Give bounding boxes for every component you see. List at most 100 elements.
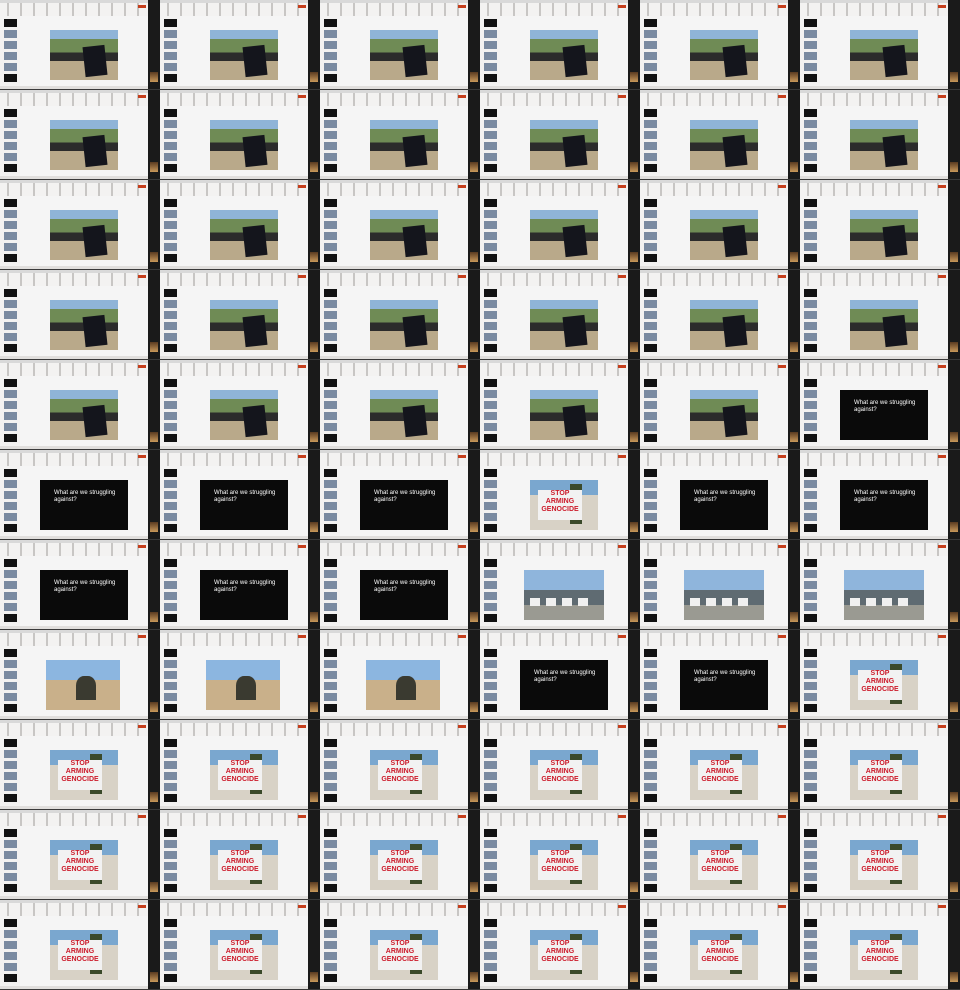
slide-canvas[interactable]: STOP ARMING GENOCIDE <box>500 826 628 896</box>
ribbon-toolbar[interactable] <box>320 273 468 286</box>
slide-thumbnail-panel[interactable] <box>160 196 180 266</box>
ribbon-toolbar[interactable] <box>160 543 308 556</box>
ribbon-toolbar[interactable] <box>480 3 628 16</box>
slide-canvas[interactable]: STOP ARMING GENOCIDE <box>180 916 308 986</box>
slide-thumbnail[interactable] <box>4 941 17 949</box>
slide-canvas[interactable] <box>180 16 308 86</box>
slide-thumbnail[interactable] <box>4 862 17 870</box>
slide-canvas[interactable] <box>660 286 788 356</box>
slide-thumbnail[interactable] <box>644 423 657 431</box>
slide-canvas[interactable]: What are we struggling against? <box>820 376 948 446</box>
share-button[interactable] <box>138 185 146 188</box>
slide-thumbnail[interactable] <box>164 963 177 971</box>
ribbon-toolbar[interactable] <box>320 903 468 916</box>
slide-thumbnail[interactable] <box>4 41 17 49</box>
slide-thumbnail[interactable] <box>804 952 817 960</box>
slide-thumbnail-panel[interactable] <box>480 916 500 986</box>
ribbon-toolbar[interactable] <box>800 363 948 376</box>
slide-thumbnail[interactable] <box>324 344 337 352</box>
slide-thumbnail[interactable] <box>804 750 817 758</box>
slide-thumbnail[interactable] <box>164 682 177 690</box>
slide-thumbnail[interactable] <box>644 750 657 758</box>
slide-thumbnail-panel[interactable] <box>800 196 820 266</box>
slide-thumbnail[interactable] <box>804 660 817 668</box>
slide-thumbnail-panel[interactable] <box>0 916 20 986</box>
slide-canvas[interactable]: STOP ARMING GENOCIDE <box>180 826 308 896</box>
slide-canvas[interactable] <box>20 286 148 356</box>
slide-thumbnail[interactable] <box>4 884 17 892</box>
slide-thumbnail[interactable] <box>324 941 337 949</box>
slide-thumbnail[interactable] <box>324 739 337 747</box>
slide-thumbnail[interactable] <box>644 469 657 477</box>
slide-thumbnail[interactable] <box>804 783 817 791</box>
slide-thumbnail[interactable] <box>164 704 177 712</box>
slide-thumbnail[interactable] <box>484 109 497 117</box>
slide-thumbnail[interactable] <box>804 524 817 532</box>
slide-thumbnail[interactable] <box>644 109 657 117</box>
slide-thumbnail-panel[interactable] <box>320 736 340 806</box>
slide-thumbnail-panel[interactable] <box>640 916 660 986</box>
share-button[interactable] <box>938 815 946 818</box>
slide-thumbnail[interactable] <box>804 693 817 701</box>
slide-thumbnail[interactable] <box>484 603 497 611</box>
slide-thumbnail[interactable] <box>484 952 497 960</box>
slide-thumbnail[interactable] <box>324 559 337 567</box>
slide-thumbnail[interactable] <box>804 311 817 319</box>
slide-thumbnail[interactable] <box>164 434 177 442</box>
slide-thumbnail[interactable] <box>644 311 657 319</box>
slide-thumbnail[interactable] <box>164 153 177 161</box>
slide-thumbnail[interactable] <box>324 221 337 229</box>
slide-thumbnail-panel[interactable] <box>160 376 180 446</box>
slide-thumbnail[interactable] <box>804 19 817 27</box>
ribbon-toolbar[interactable] <box>320 183 468 196</box>
slide-thumbnail[interactable] <box>324 379 337 387</box>
slide-canvas[interactable]: STOP ARMING GENOCIDE <box>820 826 948 896</box>
slide-thumbnail[interactable] <box>644 974 657 982</box>
slide-thumbnail[interactable] <box>484 390 497 398</box>
slide-thumbnail[interactable] <box>4 772 17 780</box>
slide-thumbnail-panel[interactable] <box>640 826 660 896</box>
share-button[interactable] <box>618 455 626 458</box>
slide-thumbnail[interactable] <box>484 199 497 207</box>
slide-thumbnail[interactable] <box>644 570 657 578</box>
slide-thumbnail[interactable] <box>804 379 817 387</box>
slide-thumbnail-panel[interactable] <box>0 196 20 266</box>
share-button[interactable] <box>298 5 306 8</box>
slide-thumbnail-panel[interactable] <box>0 556 20 626</box>
share-button[interactable] <box>458 275 466 278</box>
slide-canvas[interactable]: STOP ARMING GENOCIDE <box>340 916 468 986</box>
slide-thumbnail[interactable] <box>4 761 17 769</box>
slide-thumbnail[interactable] <box>484 614 497 622</box>
slide-canvas[interactable]: STOP ARMING GENOCIDE <box>500 916 628 986</box>
slide-thumbnail[interactable] <box>164 671 177 679</box>
share-button[interactable] <box>938 275 946 278</box>
slide-thumbnail[interactable] <box>644 559 657 567</box>
slide-thumbnail[interactable] <box>324 761 337 769</box>
slide-thumbnail[interactable] <box>804 974 817 982</box>
share-button[interactable] <box>298 545 306 548</box>
slide-thumbnail-panel[interactable] <box>160 646 180 716</box>
slide-thumbnail[interactable] <box>324 930 337 938</box>
slide-canvas[interactable] <box>500 16 628 86</box>
slide-canvas[interactable] <box>500 196 628 266</box>
slide-thumbnail-panel[interactable] <box>800 646 820 716</box>
slide-thumbnail-panel[interactable] <box>640 556 660 626</box>
ribbon-toolbar[interactable] <box>320 363 468 376</box>
slide-thumbnail[interactable] <box>804 682 817 690</box>
slide-canvas[interactable] <box>660 376 788 446</box>
slide-thumbnail[interactable] <box>484 974 497 982</box>
slide-canvas[interactable]: STOP ARMING GENOCIDE <box>660 826 788 896</box>
slide-canvas[interactable] <box>180 196 308 266</box>
slide-canvas[interactable]: STOP ARMING GENOCIDE <box>500 736 628 806</box>
slide-thumbnail[interactable] <box>164 592 177 600</box>
slide-thumbnail[interactable] <box>484 941 497 949</box>
slide-thumbnail[interactable] <box>164 390 177 398</box>
slide-thumbnail[interactable] <box>804 243 817 251</box>
share-button[interactable] <box>138 905 146 908</box>
slide-thumbnail[interactable] <box>484 322 497 330</box>
slide-thumbnail[interactable] <box>164 30 177 38</box>
slide-thumbnail[interactable] <box>484 379 497 387</box>
slide-canvas[interactable]: STOP ARMING GENOCIDE <box>500 466 628 536</box>
slide-thumbnail[interactable] <box>484 243 497 251</box>
slide-thumbnail[interactable] <box>324 671 337 679</box>
